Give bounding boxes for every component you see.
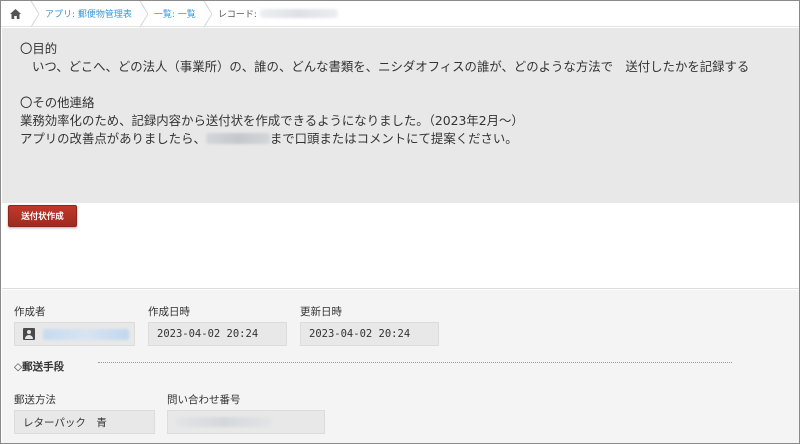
record-fields: 作成者 作成日時 2023-04-02 20:24 更新日時 2023-04-0…	[2, 290, 799, 443]
tracking-number-field	[167, 410, 325, 434]
home-link[interactable]	[1, 1, 29, 27]
other-line-2-prefix: アプリの改善点がありましたら、	[20, 131, 206, 146]
created-field: 2023-04-02 20:24	[148, 322, 287, 346]
shipping-group-label[interactable]: ◇郵送手段	[14, 359, 64, 374]
other-line-1: 業務効率化のため、記録内容から送付状を作成できるようになりました。（2023年2…	[20, 113, 524, 128]
tracking-number-label: 問い合わせ番号	[167, 394, 241, 406]
record-detail-window: アプリ: 郵便物管理表 一覧: 一覧 レコード: 〇目的 いつ、どこへ、どの法人…	[0, 0, 800, 444]
breadcrumb-app[interactable]: アプリ: 郵便物管理表	[41, 1, 138, 27]
redacted-contact-name	[205, 133, 270, 144]
shipping-method-label: 郵送方法	[14, 394, 56, 406]
redacted-tracking-number	[176, 417, 272, 427]
breadcrumb-separator	[139, 1, 149, 27]
home-icon	[9, 8, 21, 19]
other-heading: 〇その他連絡	[20, 95, 95, 110]
notice-panel: 〇目的 いつ、どこへ、どの法人（事業所）の、誰の、どんな書類を、ニシダオフィスの…	[2, 28, 799, 203]
breadcrumb-separator	[203, 1, 213, 27]
breadcrumb-record-label: レコード:	[217, 10, 257, 20]
breadcrumb-view-label[interactable]: 一覧: 一覧	[154, 7, 196, 20]
breadcrumb-view[interactable]: 一覧: 一覧	[150, 1, 202, 27]
redacted-record-title	[259, 9, 338, 18]
user-icon	[23, 328, 35, 340]
purpose-heading: 〇目的	[20, 41, 58, 56]
group-divider	[98, 362, 732, 363]
other-line-2: アプリの改善点がありましたら、 まで口頭またはコメントにて提案ください。	[20, 130, 799, 148]
created-label: 作成日時	[148, 306, 190, 318]
other-line-2-suffix: まで口頭またはコメントにて提案ください。	[269, 131, 518, 146]
purpose-text: いつ、どこへ、どの法人（事業所）の、誰の、どんな書類を、ニシダオフィスの誰が、ど…	[32, 59, 750, 74]
updated-field: 2023-04-02 20:24	[300, 322, 439, 346]
breadcrumb-separator	[30, 1, 40, 27]
breadcrumb-record: レコード:	[214, 1, 344, 27]
redacted-creator-name[interactable]	[43, 328, 129, 340]
updated-label: 更新日時	[300, 306, 342, 318]
creator-label: 作成者	[14, 306, 46, 318]
shipping-method-field: レターパック 青	[14, 410, 155, 434]
breadcrumb-app-label[interactable]: アプリ: 郵便物管理表	[45, 7, 132, 20]
breadcrumb: アプリ: 郵便物管理表 一覧: 一覧 レコード:	[1, 1, 799, 27]
creator-field	[14, 322, 135, 346]
action-area: 送付状作成	[2, 203, 799, 289]
create-cover-letter-button[interactable]: 送付状作成	[8, 205, 77, 227]
